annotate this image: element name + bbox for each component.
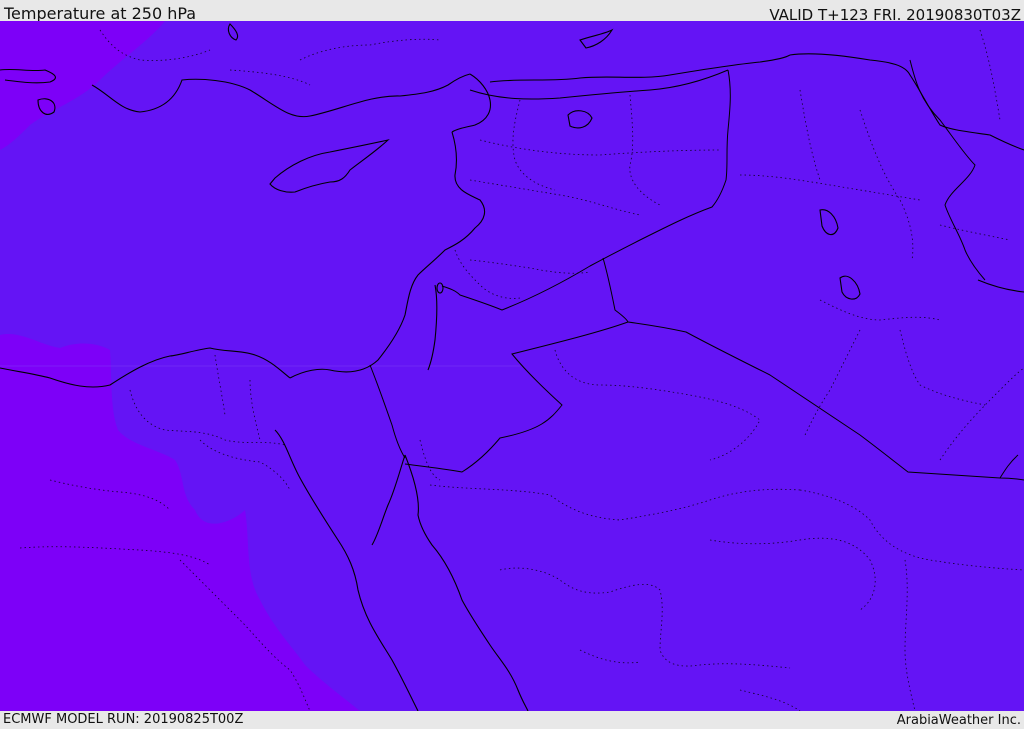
credit-label: ArabiaWeather Inc.	[896, 713, 1021, 728]
model-run-label: ECMWF MODEL RUN: 20190825T00Z	[3, 712, 244, 727]
weather-map[interactable]	[0, 21, 1024, 711]
header-bar: Temperature at 250 hPa VALID T+123 FRI. …	[0, 0, 1024, 24]
footer-bar: ECMWF MODEL RUN: 20190825T00Z ArabiaWeat…	[0, 711, 1024, 729]
